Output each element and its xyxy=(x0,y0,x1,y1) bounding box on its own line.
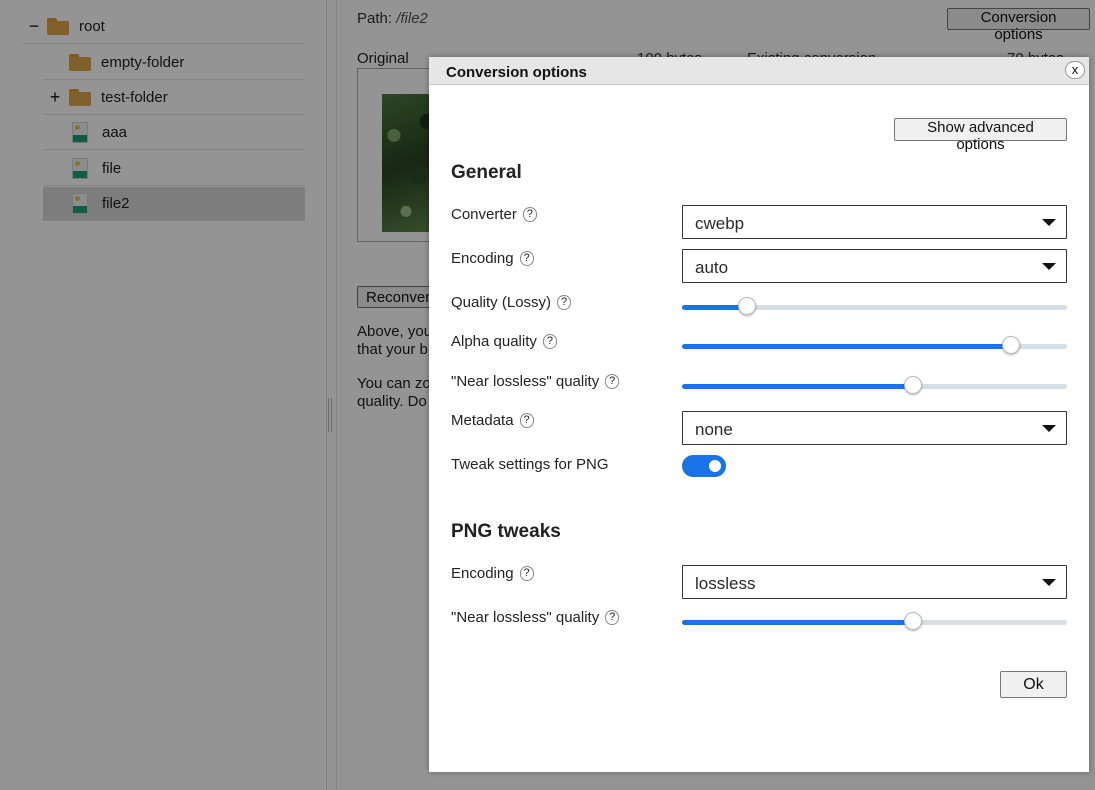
help-icon[interactable]: ? xyxy=(605,374,620,389)
dropdown-arrow-icon xyxy=(1042,263,1056,270)
slider-thumb[interactable] xyxy=(1002,336,1021,354)
toggle-knob xyxy=(709,460,721,472)
dropdown-arrow-icon xyxy=(1042,579,1056,586)
png-tweaks-heading: PNG tweaks xyxy=(451,521,561,542)
encoding-label: Encoding ? xyxy=(451,250,534,267)
dropdown-arrow-icon xyxy=(1042,425,1056,432)
general-heading: General xyxy=(451,162,522,183)
ok-button[interactable]: Ok xyxy=(1000,671,1067,698)
tweak-png-toggle[interactable] xyxy=(682,455,726,477)
help-icon[interactable]: ? xyxy=(519,251,534,266)
show-advanced-options-button[interactable]: Show advanced options xyxy=(894,118,1067,153)
dropdown-arrow-icon xyxy=(1042,219,1056,226)
tweak-png-label: Tweak settings for PNG xyxy=(451,456,609,473)
dialog-title: Conversion options xyxy=(446,64,587,81)
alpha-quality-slider[interactable] xyxy=(682,335,1067,357)
close-button[interactable]: x xyxy=(1065,61,1085,79)
help-icon[interactable]: ? xyxy=(522,207,537,222)
converter-label: Converter ? xyxy=(451,206,537,223)
png-encoding-label: Encoding ? xyxy=(451,565,534,582)
png-near-lossless-slider[interactable] xyxy=(682,611,1067,633)
slider-thumb[interactable] xyxy=(904,612,922,630)
help-icon[interactable]: ? xyxy=(542,334,557,349)
metadata-label: Metadata ? xyxy=(451,412,534,429)
dialog-titlebar: Conversion options x xyxy=(429,57,1089,85)
help-icon[interactable]: ? xyxy=(519,413,534,428)
png-near-lossless-label: "Near lossless" quality ? xyxy=(451,609,620,626)
converter-select[interactable]: cwebp xyxy=(682,205,1067,239)
slider-thumb[interactable] xyxy=(738,297,757,315)
help-icon[interactable]: ? xyxy=(605,610,620,625)
quality-slider[interactable] xyxy=(682,296,1067,318)
conversion-options-dialog: Conversion options x Show advanced optio… xyxy=(429,57,1089,772)
slider-thumb[interactable] xyxy=(904,376,922,394)
help-icon[interactable]: ? xyxy=(557,295,572,310)
encoding-select[interactable]: auto xyxy=(682,249,1067,283)
png-encoding-select[interactable]: lossless xyxy=(682,565,1067,599)
alpha-quality-label: Alpha quality ? xyxy=(451,333,557,350)
near-lossless-slider[interactable] xyxy=(682,375,1067,397)
metadata-select[interactable]: none xyxy=(682,411,1067,445)
help-icon[interactable]: ? xyxy=(519,566,534,581)
near-lossless-label: "Near lossless" quality ? xyxy=(451,373,620,390)
quality-label: Quality (Lossy) ? xyxy=(451,294,572,311)
